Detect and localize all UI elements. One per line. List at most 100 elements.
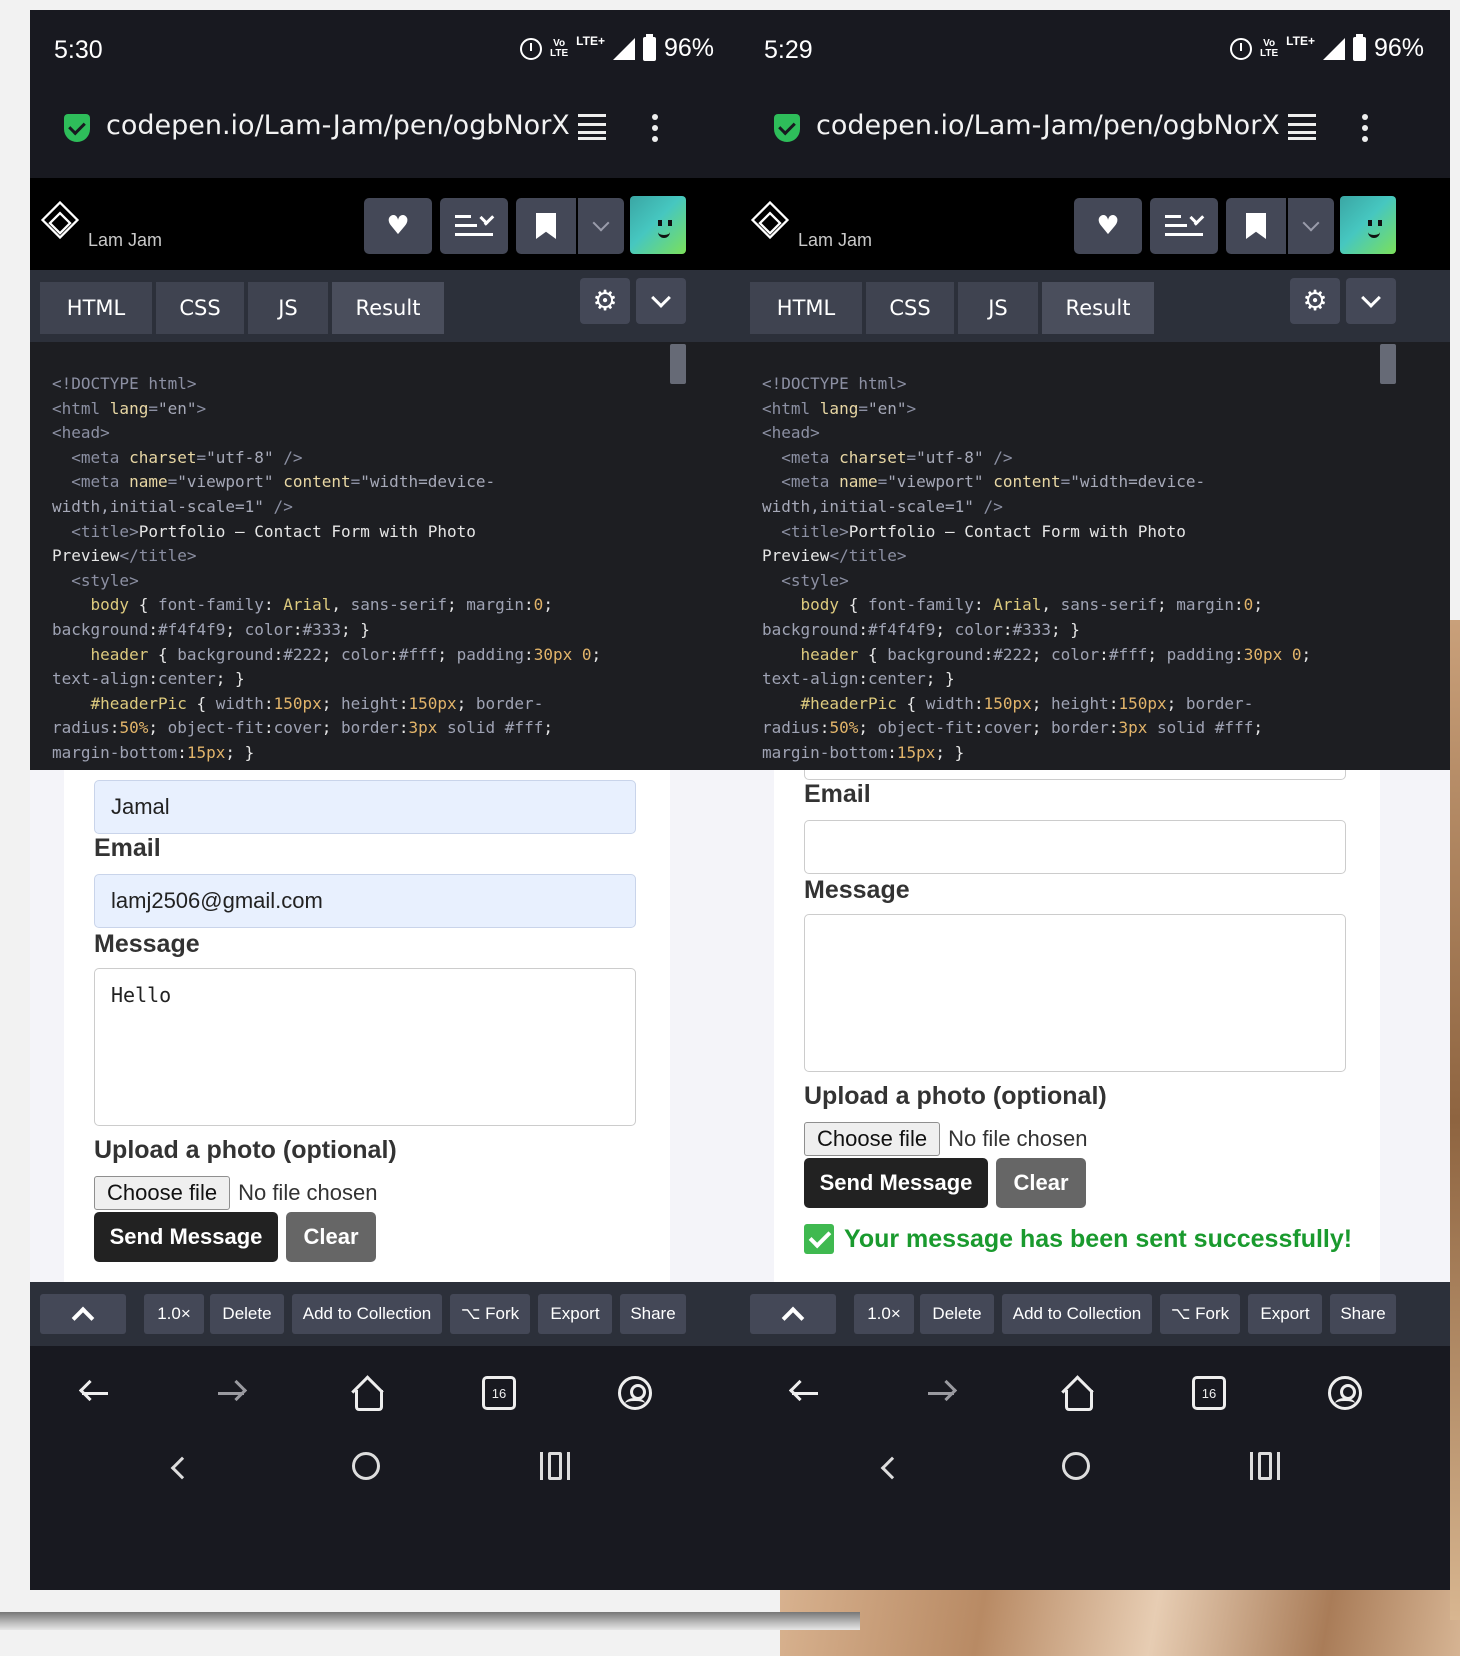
code-token: /> bbox=[973, 496, 1003, 516]
html-code-editor[interactable]: <!DOCTYPE html> <html lang="en"> <head> <m… bbox=[740, 342, 1450, 770]
avatar[interactable] bbox=[630, 196, 686, 254]
shield-check-icon[interactable] bbox=[774, 114, 800, 142]
account-icon[interactable] bbox=[1328, 1376, 1362, 1410]
settings-button[interactable]: ⚙ bbox=[580, 278, 630, 324]
avatar[interactable] bbox=[1340, 196, 1396, 254]
pen-author[interactable]: Lam Jam bbox=[88, 230, 162, 251]
system-recents-icon[interactable] bbox=[540, 1452, 570, 1480]
send-message-button[interactable]: Send Message bbox=[94, 1212, 278, 1262]
menu-dots-icon[interactable] bbox=[1362, 114, 1370, 144]
share-button[interactable]: Share bbox=[620, 1294, 686, 1334]
home-icon[interactable] bbox=[1056, 1374, 1096, 1414]
url-text[interactable]: codepen.io/Lam-Jam/pen/ogbNorX bbox=[816, 110, 1280, 141]
back-arrow-icon[interactable] bbox=[76, 1374, 116, 1414]
message-textarea[interactable]: Hello bbox=[94, 968, 636, 1126]
change-view-button[interactable] bbox=[1150, 198, 1218, 254]
like-button[interactable]: ♥ bbox=[1074, 198, 1142, 254]
zoom-button[interactable]: 1.0× bbox=[144, 1294, 204, 1334]
save-options-button[interactable] bbox=[578, 198, 624, 254]
code-token: ; bbox=[446, 595, 467, 615]
pen-author[interactable]: Lam Jam bbox=[798, 230, 872, 251]
pen-title[interactable]: Untitled ✎ bbox=[88, 194, 193, 221]
code-line: radius:50%; object-fit:cover; border:3px… bbox=[762, 716, 1450, 741]
export-button[interactable]: Export bbox=[538, 1294, 612, 1334]
code-token: radius bbox=[52, 718, 110, 738]
code-token: 150px bbox=[983, 693, 1032, 713]
message-textarea[interactable] bbox=[804, 914, 1346, 1072]
save-options-button[interactable] bbox=[1288, 198, 1334, 254]
forward-arrow-icon[interactable] bbox=[922, 1374, 962, 1414]
editor-options-button[interactable] bbox=[636, 278, 686, 324]
code-line: width,initial-scale=1" /> bbox=[762, 495, 1450, 520]
collapse-button[interactable] bbox=[750, 1294, 836, 1334]
send-message-button[interactable]: Send Message bbox=[804, 1158, 988, 1208]
code-token: <head> bbox=[52, 423, 110, 443]
code-token: object-fit bbox=[167, 718, 264, 738]
code-token: border- bbox=[1185, 693, 1254, 713]
save-button[interactable] bbox=[516, 198, 576, 254]
change-view-button[interactable] bbox=[440, 198, 508, 254]
home-icon[interactable] bbox=[346, 1374, 386, 1414]
collapse-button[interactable] bbox=[40, 1294, 126, 1334]
share-button[interactable]: Share bbox=[1330, 1294, 1396, 1334]
system-navigation-bar bbox=[740, 1442, 1450, 1590]
change-view-icon bbox=[1165, 213, 1205, 239]
tab-html[interactable]: HTML bbox=[750, 282, 862, 334]
choose-file-button[interactable]: Choose file bbox=[804, 1122, 941, 1156]
code-token: </title> bbox=[119, 546, 197, 566]
tab-result[interactable]: Result bbox=[1042, 282, 1154, 334]
like-button[interactable]: ♥ bbox=[364, 198, 432, 254]
shield-check-icon[interactable] bbox=[64, 114, 90, 142]
email-input[interactable]: lamj2506@gmail.com bbox=[94, 874, 636, 928]
html-code-editor[interactable]: <!DOCTYPE html> <html lang="en"> <head> <m… bbox=[30, 342, 740, 770]
forward-arrow-icon[interactable] bbox=[212, 1374, 252, 1414]
code-token: ; bbox=[321, 718, 342, 738]
back-arrow-icon[interactable] bbox=[786, 1374, 826, 1414]
reader-mode-icon[interactable] bbox=[1288, 114, 1316, 140]
fork-button[interactable]: ⌥ Fork bbox=[450, 1294, 530, 1334]
pencil-icon[interactable]: ✎ bbox=[890, 202, 903, 219]
fork-button[interactable]: ⌥ Fork bbox=[1160, 1294, 1240, 1334]
save-button[interactable] bbox=[1226, 198, 1286, 254]
file-input[interactable]: Choose file No file chosen bbox=[804, 1122, 1088, 1156]
email-input[interactable] bbox=[804, 820, 1346, 874]
delete-button[interactable]: Delete bbox=[210, 1294, 284, 1334]
code-token: header bbox=[762, 644, 859, 664]
reader-mode-icon[interactable] bbox=[578, 114, 606, 140]
editor-scrollbar[interactable] bbox=[670, 344, 686, 384]
tabs-count-icon[interactable]: 16 bbox=[482, 1376, 516, 1410]
editor-options-button[interactable] bbox=[1346, 278, 1396, 324]
system-home-icon[interactable] bbox=[352, 1452, 380, 1480]
name-input[interactable] bbox=[804, 770, 1346, 780]
system-recents-icon[interactable] bbox=[1250, 1452, 1280, 1480]
add-to-collection-button[interactable]: Add to Collection bbox=[1002, 1294, 1152, 1334]
add-to-collection-button[interactable]: Add to Collection bbox=[292, 1294, 442, 1334]
code-token: ; bbox=[591, 644, 602, 664]
pen-title[interactable]: Untitled ✎ bbox=[798, 194, 903, 221]
name-input[interactable]: Jamal bbox=[94, 780, 636, 834]
account-icon[interactable] bbox=[618, 1376, 652, 1410]
tab-js[interactable]: JS bbox=[958, 282, 1038, 334]
clear-button[interactable]: Clear bbox=[996, 1158, 1086, 1208]
settings-button[interactable]: ⚙ bbox=[1290, 278, 1340, 324]
tab-js[interactable]: JS bbox=[248, 282, 328, 334]
clear-button[interactable]: Clear bbox=[286, 1212, 376, 1262]
message-label: Message bbox=[94, 930, 200, 958]
url-text[interactable]: codepen.io/Lam-Jam/pen/ogbNorX bbox=[106, 110, 570, 141]
tabs-count-icon[interactable]: 16 bbox=[1192, 1376, 1226, 1410]
pencil-icon[interactable]: ✎ bbox=[180, 202, 193, 219]
tab-css[interactable]: CSS bbox=[156, 282, 244, 334]
delete-button[interactable]: Delete bbox=[920, 1294, 994, 1334]
choose-file-button[interactable]: Choose file bbox=[94, 1176, 231, 1210]
menu-dots-icon[interactable] bbox=[652, 114, 660, 144]
zoom-button[interactable]: 1.0× bbox=[854, 1294, 914, 1334]
system-home-icon[interactable] bbox=[1062, 1452, 1090, 1480]
success-message: Your message has been sent successfully! bbox=[804, 1224, 1352, 1254]
editor-scrollbar[interactable] bbox=[1380, 344, 1396, 384]
tab-css[interactable]: CSS bbox=[866, 282, 954, 334]
tab-html[interactable]: HTML bbox=[40, 282, 152, 334]
code-token: padding bbox=[1166, 644, 1235, 664]
export-button[interactable]: Export bbox=[1248, 1294, 1322, 1334]
file-input[interactable]: Choose file No file chosen bbox=[94, 1176, 378, 1210]
tab-result[interactable]: Result bbox=[332, 282, 444, 334]
